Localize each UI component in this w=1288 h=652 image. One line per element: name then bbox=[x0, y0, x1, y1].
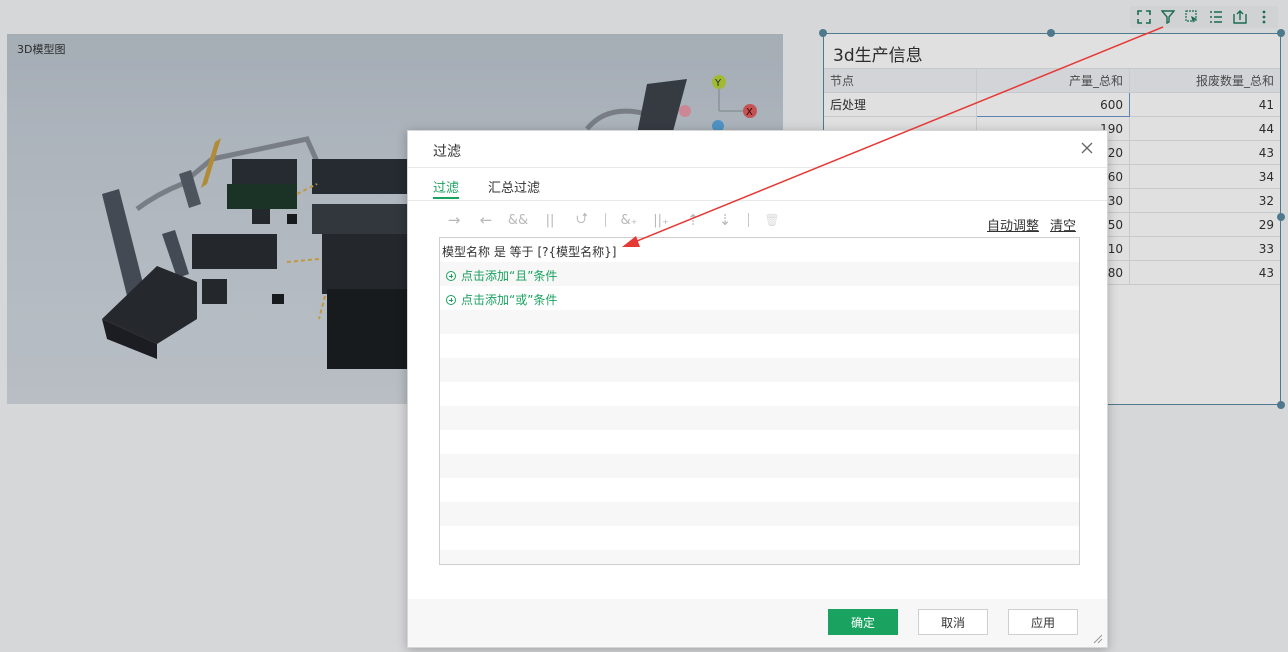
list-item[interactable]: 点击添加“且”条件 bbox=[440, 262, 1079, 286]
clear-link[interactable]: 清空 bbox=[1050, 215, 1076, 234]
swap-icon[interactable]: ⮍ bbox=[571, 209, 593, 231]
plus-circle-icon bbox=[446, 270, 456, 281]
or-icon[interactable]: || bbox=[539, 209, 561, 231]
add-or-icon[interactable]: ||₊ bbox=[650, 209, 672, 231]
list-item bbox=[440, 406, 1079, 430]
apply-button[interactable]: 应用 bbox=[1008, 609, 1078, 635]
dialog-footer bbox=[408, 599, 1107, 647]
toolbar-divider bbox=[748, 213, 749, 227]
list-item bbox=[440, 430, 1079, 454]
tab-filter[interactable]: 过滤 bbox=[433, 177, 459, 196]
active-tab-indicator bbox=[433, 197, 459, 199]
move-down-icon[interactable]: ⇣ bbox=[714, 209, 736, 231]
close-icon[interactable] bbox=[1079, 140, 1095, 156]
toolbar-divider bbox=[605, 213, 606, 227]
filter-dialog: 过滤 过滤 汇总过滤 → ← && || ⮍ &₊ ||₊ ⇡ ⇣ 🗑 自动调整… bbox=[407, 130, 1108, 648]
filter-toolbar: → ← && || ⮍ &₊ ||₊ ⇡ ⇣ 🗑 bbox=[438, 207, 1078, 233]
confirm-button[interactable]: 确定 bbox=[828, 609, 898, 635]
list-item bbox=[440, 310, 1079, 334]
resize-grip-icon[interactable] bbox=[1093, 633, 1103, 644]
add-and-label: 点击添加“且”条件 bbox=[461, 269, 558, 283]
auto-adjust-link[interactable]: 自动调整 bbox=[987, 215, 1039, 234]
and-icon[interactable]: && bbox=[507, 209, 529, 231]
plus-circle-icon bbox=[446, 294, 456, 305]
list-item bbox=[440, 478, 1079, 502]
condition-row[interactable]: 模型名称 是 等于 [?{模型名称}] bbox=[440, 238, 1079, 262]
add-and-icon[interactable]: &₊ bbox=[618, 209, 640, 231]
list-item bbox=[440, 358, 1079, 382]
list-item bbox=[440, 550, 1079, 564]
add-and-condition[interactable]: 点击添加“且”条件 bbox=[446, 267, 557, 284]
tab-summary-filter[interactable]: 汇总过滤 bbox=[488, 177, 540, 196]
add-or-condition[interactable]: 点击添加“或”条件 bbox=[446, 291, 557, 308]
list-item bbox=[440, 382, 1079, 406]
indent-icon[interactable]: → bbox=[443, 209, 465, 231]
list-item bbox=[440, 502, 1079, 526]
list-item bbox=[440, 334, 1079, 358]
dialog-header: 过滤 bbox=[408, 131, 1107, 168]
outdent-icon[interactable]: ← bbox=[475, 209, 497, 231]
delete-icon[interactable]: 🗑 bbox=[761, 209, 783, 231]
condition-text[interactable]: 模型名称 是 等于 [?{模型名称}] bbox=[442, 243, 616, 260]
list-item bbox=[440, 526, 1079, 550]
add-or-label: 点击添加“或”条件 bbox=[461, 293, 558, 307]
condition-list[interactable]: 模型名称 是 等于 [?{模型名称}] 点击添加“且”条件 点击添加“或”条件 bbox=[439, 237, 1080, 565]
dialog-title: 过滤 bbox=[433, 144, 461, 160]
list-item bbox=[440, 454, 1079, 478]
dialog-tabs: 过滤 汇总过滤 bbox=[408, 168, 1107, 201]
list-item[interactable]: 点击添加“或”条件 bbox=[440, 286, 1079, 310]
move-up-icon[interactable]: ⇡ bbox=[682, 209, 704, 231]
cancel-button[interactable]: 取消 bbox=[918, 609, 988, 635]
